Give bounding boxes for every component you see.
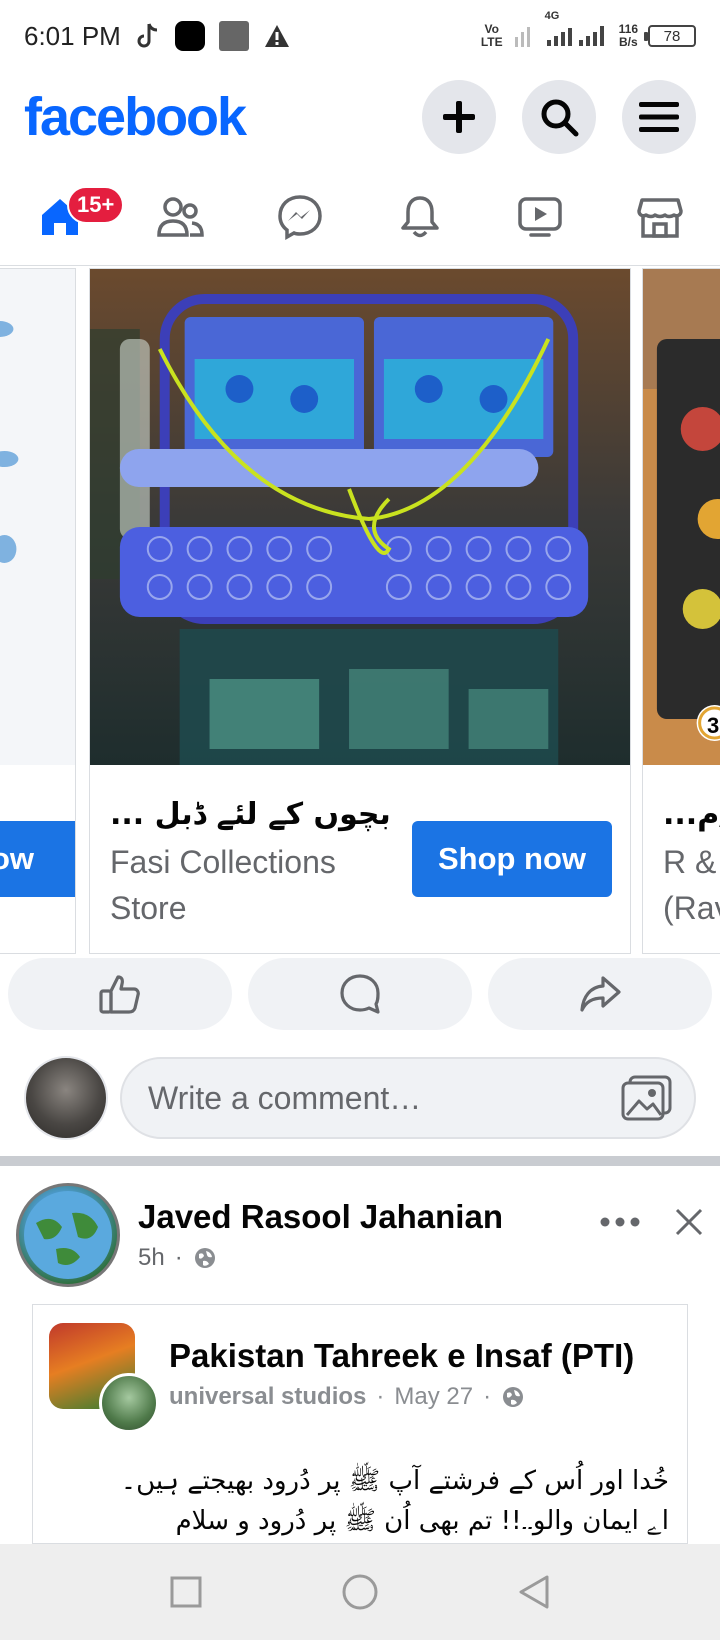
post-tools (600, 1207, 704, 1237)
tab-messenger[interactable] (255, 182, 345, 252)
post-meta: Javed Rasool Jahanian 5h · (138, 1198, 503, 1272)
bell-icon (401, 195, 439, 237)
home-circle-icon[interactable] (341, 1573, 379, 1611)
sim2-signal-icon (546, 25, 604, 46)
comment-input[interactable]: Write a comment… (120, 1057, 696, 1139)
search-icon (541, 99, 579, 137)
system-navigation-bar (0, 1544, 720, 1640)
tiktok-icon (137, 23, 157, 48)
friends-icon (157, 196, 204, 237)
facebook-logo[interactable]: facebook (24, 86, 247, 148)
status-right-icons: Vo LTE 4G 116 B/s 78 (481, 10, 696, 51)
shared-text-line-2: اے ایمان والو۔۔!! تم بھی اُن ﷺ پر دُرود … (175, 1506, 669, 1536)
header-buttons (422, 80, 696, 154)
photo-attach-icon[interactable] (620, 1073, 674, 1123)
recents-icon[interactable] (169, 1575, 203, 1609)
ad-title: بچوں کے لئے ڈبل ... (110, 797, 391, 832)
shared-text-line-1: خُدا اور اُس کے فرشتے آپ ﷺ پر دُرود بھیج… (120, 1466, 669, 1496)
shared-post-text: خُدا اور اُس کے فرشتے آپ ﷺ پر دُرود بھیج… (49, 1461, 669, 1541)
separator-dot: · (483, 1383, 492, 1410)
shared-post[interactable]: Pakistan Tahreek e Insaf (PTI) universal… (32, 1304, 688, 1544)
ad-store-line1-next: R & (663, 844, 717, 880)
sponsored-carousel[interactable]: ow (0, 268, 720, 954)
ad-title-next: ...م/ (663, 797, 720, 832)
search-button[interactable] (522, 80, 596, 154)
status-notification-icons (135, 21, 291, 51)
close-icon[interactable] (674, 1207, 704, 1237)
shared-profile-avatar[interactable] (99, 1373, 159, 1433)
facebook-header: facebook (0, 72, 720, 162)
price-badge-fragment: 3 (707, 713, 720, 738)
main-tab-bar: 15+ (0, 168, 720, 266)
tab-marketplace[interactable] (615, 182, 705, 252)
like-icon (99, 975, 140, 1014)
gallery-notification-icon (218, 21, 249, 51)
ad-store-name-next: R & (Rav (663, 839, 720, 931)
tab-video[interactable] (495, 182, 585, 252)
post-author-name[interactable]: Javed Rasool Jahanian (138, 1198, 503, 1236)
video-icon (518, 196, 562, 237)
feed-separator (0, 1156, 720, 1166)
shared-date[interactable]: May 27 (394, 1383, 473, 1411)
shared-subtitle: universal studios · May 27 · (169, 1383, 525, 1411)
sim2-signal: 4G (545, 10, 609, 51)
tab-notifications[interactable] (375, 182, 465, 252)
post-author-avatar[interactable] (16, 1183, 120, 1287)
like-button[interactable] (8, 958, 232, 1030)
globe-avatar-art (24, 1191, 112, 1279)
comment-composer: Write a comment… (24, 1056, 696, 1140)
carousel-card-previous[interactable]: ow (0, 268, 76, 954)
network-speed: 116 B/s (619, 23, 638, 49)
product-image-swing (90, 269, 630, 765)
app-notification-icon (174, 21, 205, 51)
shop-now-button-previous[interactable]: ow (0, 821, 75, 897)
share-button[interactable] (488, 958, 712, 1030)
tab-home[interactable]: 15+ (15, 182, 125, 252)
comment-icon (340, 974, 380, 1014)
product-image-next (643, 269, 720, 765)
battery-level: 78 (663, 27, 681, 45)
more-options-icon[interactable] (600, 1217, 640, 1227)
volte-lte: LTE (480, 35, 503, 49)
post-actions (8, 958, 712, 1032)
carousel-card-main[interactable]: بچوں کے لئے ڈبل ... Fasi Collections Sto… (89, 268, 631, 954)
marketplace-icon (637, 197, 683, 238)
ad-store-line2-next: (Rav (663, 890, 720, 926)
post-subtitle: 5h · (138, 1244, 503, 1272)
menu-button[interactable] (622, 80, 696, 154)
post-time[interactable]: 5h (138, 1244, 165, 1272)
network-4g-label: 4G (544, 9, 560, 22)
battery-icon: 78 (644, 25, 696, 47)
share-icon (580, 976, 621, 1012)
status-bar: 6:01 PM Vo LTE 4G 116 B/s 78 (0, 0, 720, 72)
current-user-avatar (24, 1056, 108, 1140)
tab-friends[interactable] (135, 182, 225, 252)
public-globe-icon (194, 1248, 215, 1268)
menu-icon (639, 102, 679, 132)
product-image-previous (0, 269, 75, 765)
status-time: 6:01 PM (24, 20, 121, 51)
carousel-card-next[interactable]: 3 ...م/ R & (Rav (642, 268, 720, 954)
shared-page-name[interactable]: Pakistan Tahreek e Insaf (PTI) (169, 1337, 634, 1375)
shared-source[interactable]: universal studios (169, 1383, 366, 1411)
shop-now-label-previous: ow (0, 841, 35, 876)
home-notification-badge: 15+ (67, 185, 125, 224)
network-speed-unit: B/s (618, 35, 638, 49)
shop-now-button[interactable]: Shop now (412, 821, 612, 897)
back-icon[interactable] (517, 1574, 551, 1610)
volte-indicator: Vo LTE (481, 23, 503, 49)
separator-dot: · (376, 1383, 385, 1410)
separator-dot: · (174, 1244, 183, 1271)
messenger-icon (278, 194, 322, 240)
comment-button[interactable] (248, 958, 472, 1030)
ad-store-name: Fasi Collections Store (110, 844, 336, 926)
create-button[interactable] (422, 80, 496, 154)
warning-icon (264, 25, 289, 47)
plus-icon (443, 101, 475, 133)
post-header: Javed Rasool Jahanian 5h · (16, 1182, 704, 1288)
sim1-signal-icon (514, 27, 530, 47)
comment-placeholder: Write a comment… (148, 1079, 422, 1116)
public-globe-icon (503, 1387, 524, 1407)
